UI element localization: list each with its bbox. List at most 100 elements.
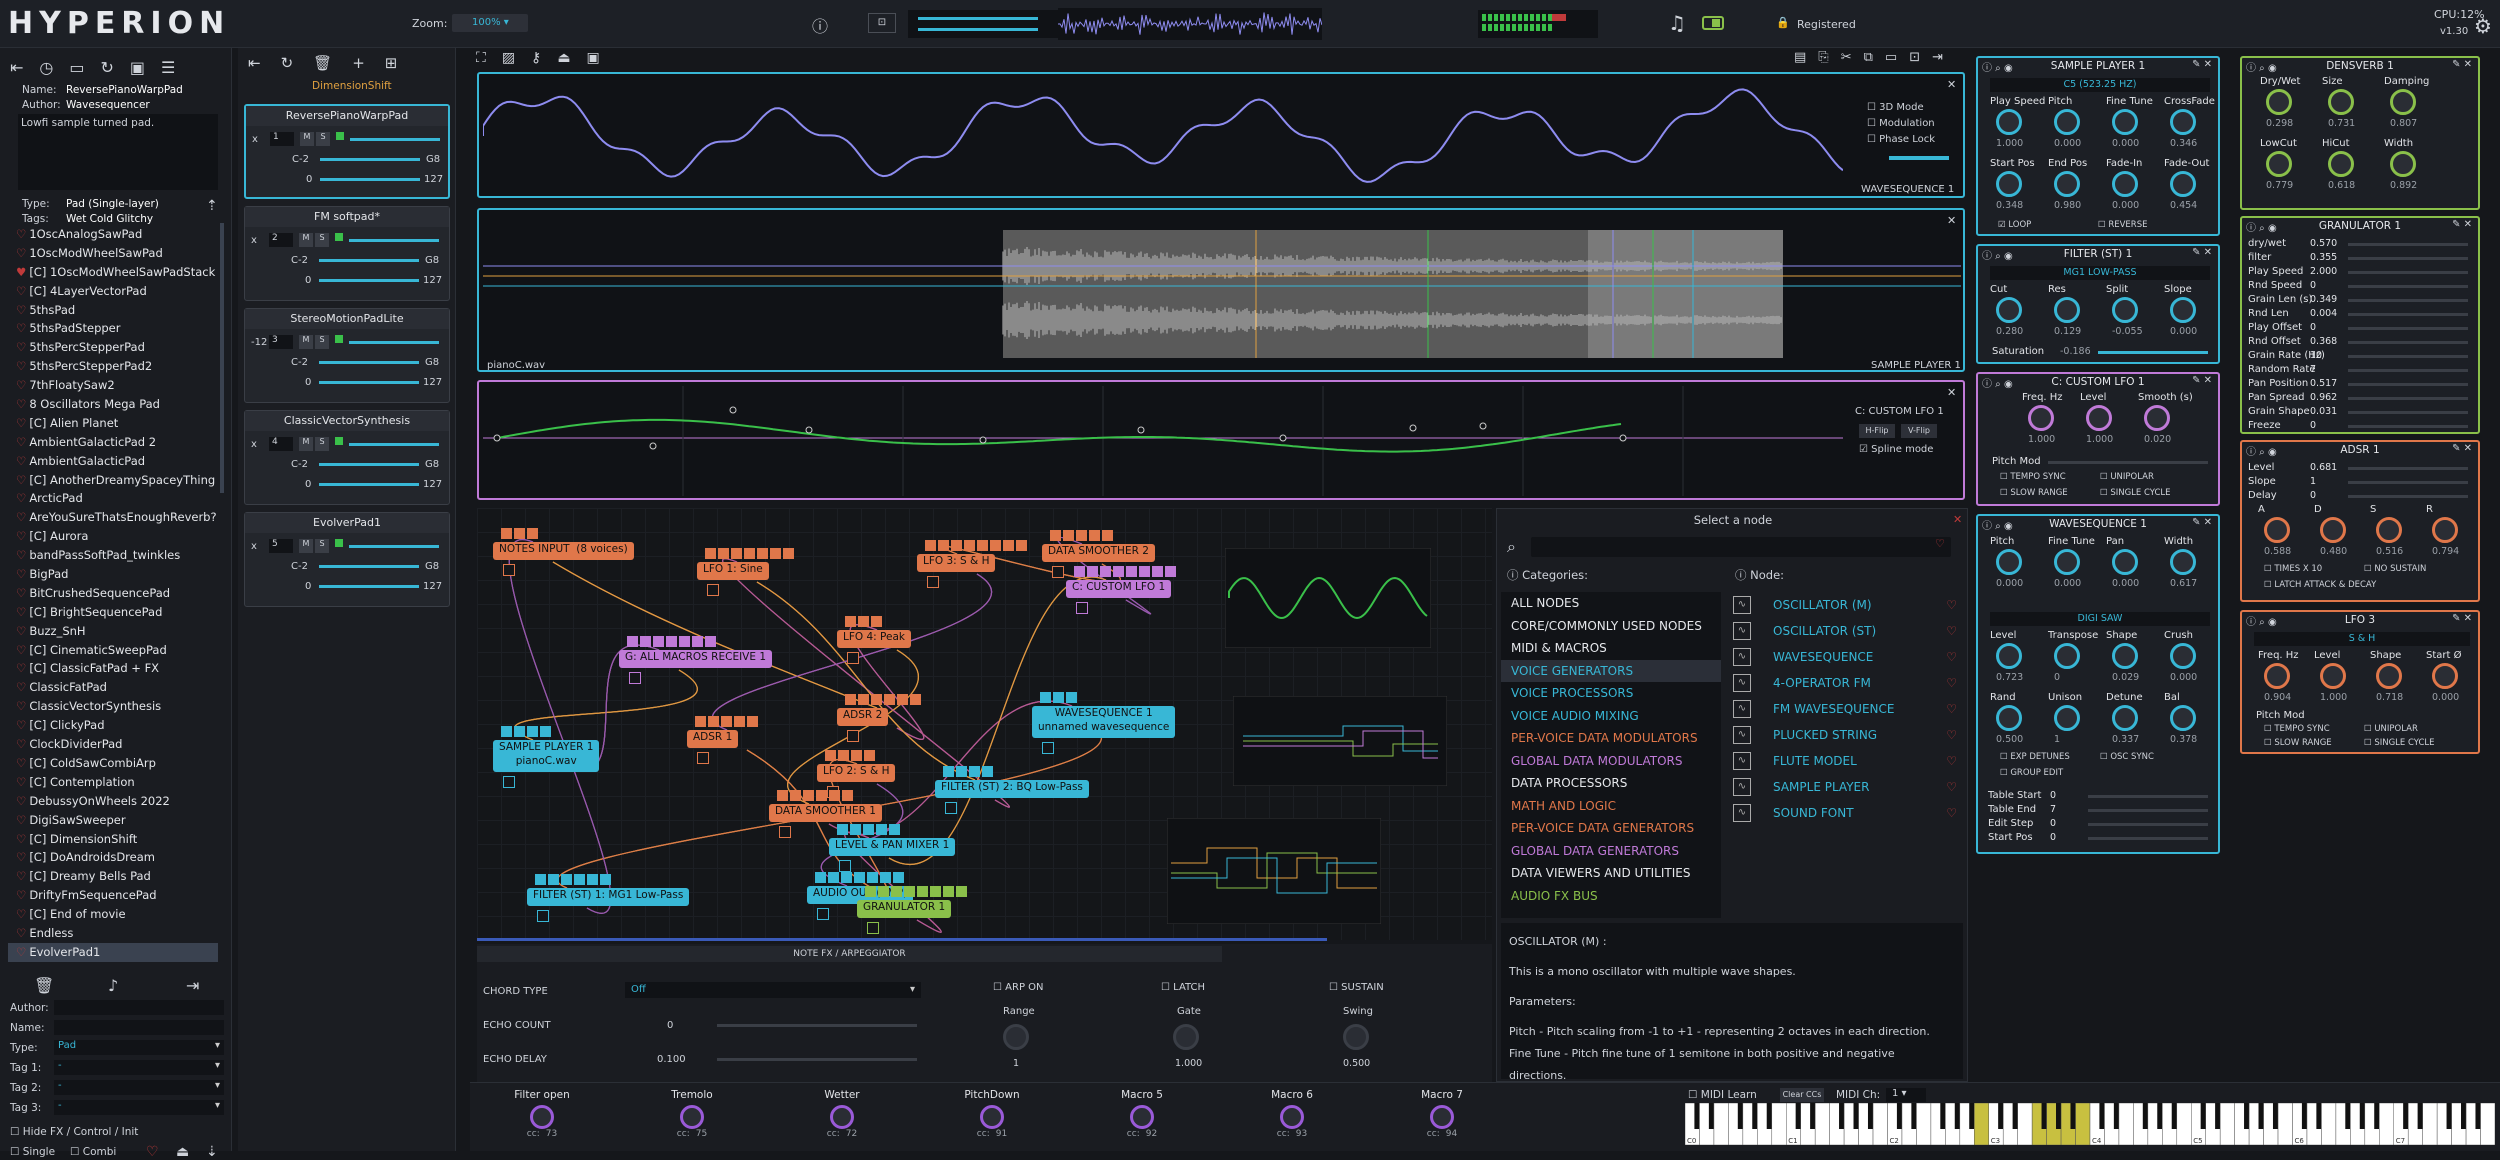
pin[interactable] (757, 548, 768, 559)
disk-icon[interactable]: ▣ (587, 50, 600, 66)
preset-item[interactable]: ♡ BigPad (8, 565, 218, 584)
heart-icon[interactable]: ♡ (16, 435, 26, 449)
preset-item[interactable]: ♡ [C] ClassicFatPad + FX (8, 659, 218, 678)
param-knob[interactable] (2264, 663, 2290, 689)
heart-icon[interactable]: ♡ (16, 454, 26, 468)
pin[interactable] (731, 548, 742, 559)
param-knob[interactable] (2390, 89, 2416, 115)
favorite-icon[interactable]: ♡ (1935, 537, 1945, 550)
row-slider[interactable] (2348, 341, 2468, 344)
heart-icon[interactable]: ♡ (1946, 774, 1957, 800)
trash-icon[interactable]: 🗑 (34, 976, 54, 995)
row-slider[interactable] (2348, 481, 2468, 484)
folder-icon[interactable]: ▭ (69, 58, 84, 76)
pin[interactable] (943, 886, 954, 897)
param-knob[interactable] (2028, 405, 2054, 431)
pin[interactable] (653, 636, 664, 647)
node-pins[interactable] (705, 548, 794, 559)
node-item[interactable]: ∿ WAVESEQUENCE ♡ (1731, 644, 1963, 670)
param-knob[interactable] (2328, 89, 2354, 115)
preset-item[interactable]: ♡ 5thsPadStepper (8, 319, 218, 338)
preset-item[interactable]: ♡ [C] Aurora (8, 527, 218, 546)
heart-icon[interactable]: ♡ (16, 643, 26, 657)
node-pins[interactable] (501, 726, 551, 737)
close-icon[interactable]: ✕ (1947, 214, 1956, 227)
preset-item[interactable]: ♡ ArcticPad (8, 489, 218, 508)
pin[interactable] (514, 528, 525, 539)
spline-option[interactable]: ☑ Spline mode (1859, 444, 1933, 455)
heart-icon[interactable]: ♡ (16, 775, 26, 789)
graph-node[interactable]: LFO 3: S & H (917, 554, 995, 572)
node-pins[interactable] (1040, 692, 1077, 703)
hide-icon[interactable]: ⊡ (1909, 50, 1920, 65)
list-scrollbar[interactable] (220, 223, 224, 493)
vel-range-slider[interactable] (319, 483, 419, 486)
key-range-slider[interactable] (319, 259, 419, 262)
gear-icon[interactable]: ⚙ (2474, 14, 2492, 38)
param-knob[interactable] (2390, 151, 2416, 177)
layer-channel[interactable]: 5 (269, 539, 293, 553)
output-pin[interactable] (697, 752, 709, 764)
pin[interactable] (865, 886, 876, 897)
preset-item[interactable]: ♡ 5thsPercStepperPad2 (8, 357, 218, 376)
node-item[interactable]: ∿ SOUND FONT ♡ (1731, 800, 1963, 826)
preset-item[interactable]: ♡ 1OscModWheelSawPad (8, 244, 218, 263)
preset-item[interactable]: ♡ ClockDividerPad (8, 735, 218, 754)
heart-icon[interactable]: ♡ (16, 303, 26, 317)
macro-control[interactable]: Macro 7 cc: 94 (1382, 1089, 1502, 1139)
pin[interactable] (829, 790, 840, 801)
output-pin[interactable] (1076, 602, 1088, 614)
echo-delay-slider[interactable] (717, 1058, 917, 1061)
info-icon[interactable]: ⓘ ⌕ ◉ (2246, 59, 2277, 74)
param-knob[interactable] (2170, 643, 2196, 669)
option-checkbox[interactable]: ☐ SINGLE CYCLE (2100, 488, 2171, 498)
sample-view[interactable]: pianoC.wav SAMPLE PLAYER 1 ✕ (477, 208, 1965, 372)
pin[interactable] (951, 540, 962, 551)
pin[interactable] (1087, 566, 1098, 577)
layer-remove[interactable]: x (251, 235, 257, 246)
layer-card[interactable]: ClassicVectorSynthesis x 4 M S C-2 G8 0 127 (244, 410, 450, 505)
macro-knob[interactable] (1430, 1105, 1454, 1129)
close-icon[interactable]: ✎ ✕ (2452, 219, 2472, 230)
type-select[interactable]: S & H (2254, 632, 2470, 646)
vel-range-slider[interactable] (319, 585, 419, 588)
single-checkbox[interactable]: ☐ Single (10, 1146, 55, 1158)
close-icon[interactable]: ✎ ✕ (2192, 247, 2212, 258)
macro-knob[interactable] (1130, 1105, 1154, 1129)
preset-item[interactable]: ♡ ClassicFatPad (8, 678, 218, 697)
heart-icon[interactable]: ♡ (16, 756, 26, 770)
node-pins[interactable] (777, 790, 853, 801)
pin[interactable] (917, 886, 928, 897)
param-knob[interactable] (2376, 517, 2402, 543)
graph-node[interactable]: GRANULATOR 1 (857, 900, 951, 918)
preset-item[interactable]: ♡ [C] DimensionShift (8, 830, 218, 849)
pin[interactable] (705, 636, 716, 647)
graph-node[interactable]: ADSR 2 (837, 708, 888, 726)
macro-control[interactable]: Macro 5 cc: 92 (1082, 1089, 1202, 1139)
close-icon[interactable]: ✎ ✕ (2192, 517, 2212, 528)
option-checkbox[interactable]: ☐ NO SUSTAIN (2364, 564, 2426, 574)
expand-icon[interactable]: ⊞ (385, 54, 398, 72)
info-icon[interactable]: ⓘ (812, 13, 828, 37)
close-icon[interactable]: ✎ ✕ (2452, 613, 2472, 624)
heart-icon[interactable]: ♡ (16, 359, 26, 373)
pin[interactable] (548, 874, 559, 885)
pin[interactable] (938, 540, 949, 551)
param-knob[interactable] (2170, 109, 2196, 135)
pin[interactable] (679, 636, 690, 647)
heart-icon[interactable]: ♡ (16, 661, 26, 675)
layer-remove[interactable]: x (251, 439, 257, 450)
node-item[interactable]: ∿ OSCILLATOR (M) ♡ (1731, 592, 1963, 618)
node-pins[interactable] (501, 528, 538, 539)
close-icon[interactable]: ✕ (1953, 513, 1962, 526)
hflip-button[interactable]: H-Flip (1859, 424, 1895, 438)
key-icon[interactable]: ⚷ (531, 50, 541, 66)
pin[interactable] (982, 766, 993, 777)
pin[interactable] (527, 528, 538, 539)
node-pins[interactable] (845, 694, 921, 705)
output-pin[interactable] (503, 564, 515, 576)
output-pin[interactable] (945, 802, 957, 814)
macro-control[interactable]: Macro 6 cc: 93 (1232, 1089, 1352, 1139)
output-pin[interactable] (847, 652, 859, 664)
node-pins[interactable] (943, 766, 993, 777)
